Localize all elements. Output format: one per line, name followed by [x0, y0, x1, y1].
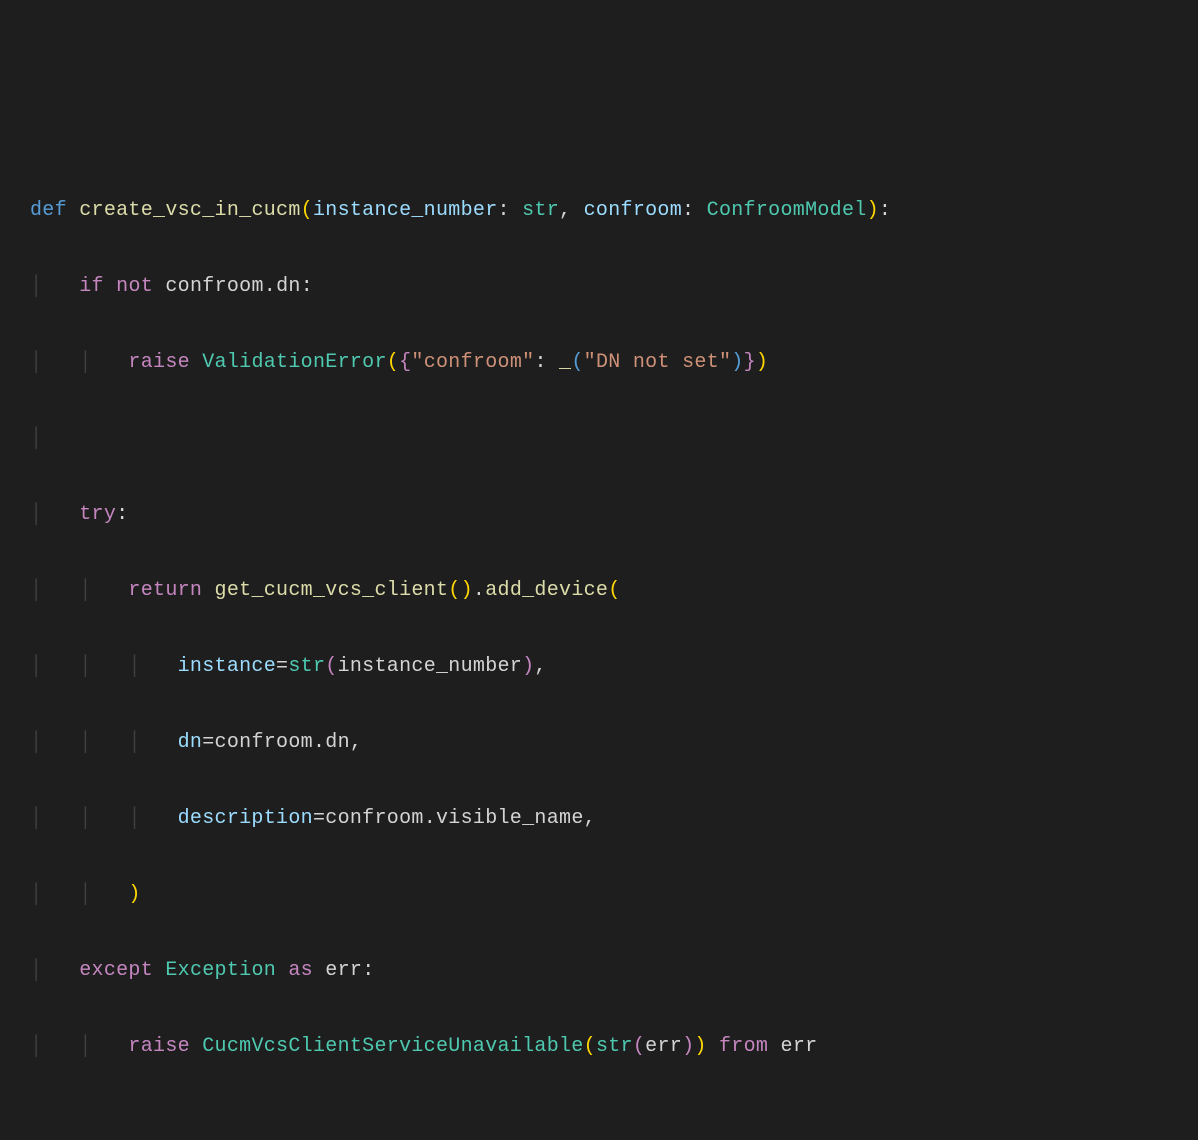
keyword-arg: dn: [178, 731, 203, 754]
code-line: │ except Exception as err:: [30, 952, 1168, 990]
keyword-raise: raise: [128, 351, 190, 374]
keyword-as: as: [288, 959, 313, 982]
paren: (: [301, 199, 313, 222]
code-line: │ │ return get_cucm_vcs_client().add_dev…: [30, 572, 1168, 610]
code-line: │ try:: [30, 496, 1168, 534]
function-name: create_vsc_in_cucm: [79, 199, 300, 222]
builtin-fn: str: [596, 1035, 633, 1058]
function-call: _: [559, 351, 571, 374]
code-line: │ │ raise CucmVcsClientServiceUnavailabl…: [30, 1028, 1168, 1066]
keyword-if: if: [79, 275, 104, 298]
string-literal: "DN not set": [584, 351, 732, 374]
code-line: │ │ ): [30, 876, 1168, 914]
keyword-raise: raise: [128, 1035, 190, 1058]
variable: confroom: [165, 275, 263, 298]
code-editor[interactable]: def create_vsc_in_cucm(instance_number: …: [30, 192, 1168, 1066]
method-call: add_device: [485, 579, 608, 602]
class-name: CucmVcsClientServiceUnavailable: [202, 1035, 583, 1058]
function-call: get_cucm_vcs_client: [215, 579, 449, 602]
keyword-arg: instance: [178, 655, 276, 678]
variable: err: [645, 1035, 682, 1058]
builtin-fn: str: [288, 655, 325, 678]
class-name: Exception: [165, 959, 276, 982]
paren: ): [867, 199, 879, 222]
attribute: dn: [276, 275, 301, 298]
keyword-return: return: [128, 579, 202, 602]
keyword-from: from: [719, 1035, 768, 1058]
parameter: instance_number: [313, 199, 498, 222]
code-line: │ │ │ instance=str(instance_number),: [30, 648, 1168, 686]
type-annotation: str: [522, 199, 559, 222]
type-annotation: ConfroomModel: [707, 199, 867, 222]
variable: instance_number: [338, 655, 523, 678]
code-line: def create_vsc_in_cucm(instance_number: …: [30, 192, 1168, 230]
keyword-except: except: [79, 959, 153, 982]
keyword-def: def: [30, 199, 67, 222]
code-line: │ │ raise ValidationError({"confroom": _…: [30, 344, 1168, 382]
keyword-arg: description: [178, 807, 313, 830]
code-line: │: [30, 420, 1168, 458]
variable: confroom: [325, 807, 423, 830]
string-literal: "confroom": [411, 351, 534, 374]
parameter: confroom: [584, 199, 682, 222]
class-name: ValidationError: [202, 351, 387, 374]
keyword-not: not: [116, 275, 153, 298]
code-line: │ if not confroom.dn:: [30, 268, 1168, 306]
variable: err: [325, 959, 362, 982]
attribute: visible_name: [436, 807, 584, 830]
attribute: dn: [325, 731, 350, 754]
code-line: │ │ │ dn=confroom.dn,: [30, 724, 1168, 762]
variable: err: [781, 1035, 818, 1058]
code-line: │ │ │ description=confroom.visible_name,: [30, 800, 1168, 838]
keyword-try: try: [79, 503, 116, 526]
variable: confroom: [215, 731, 313, 754]
